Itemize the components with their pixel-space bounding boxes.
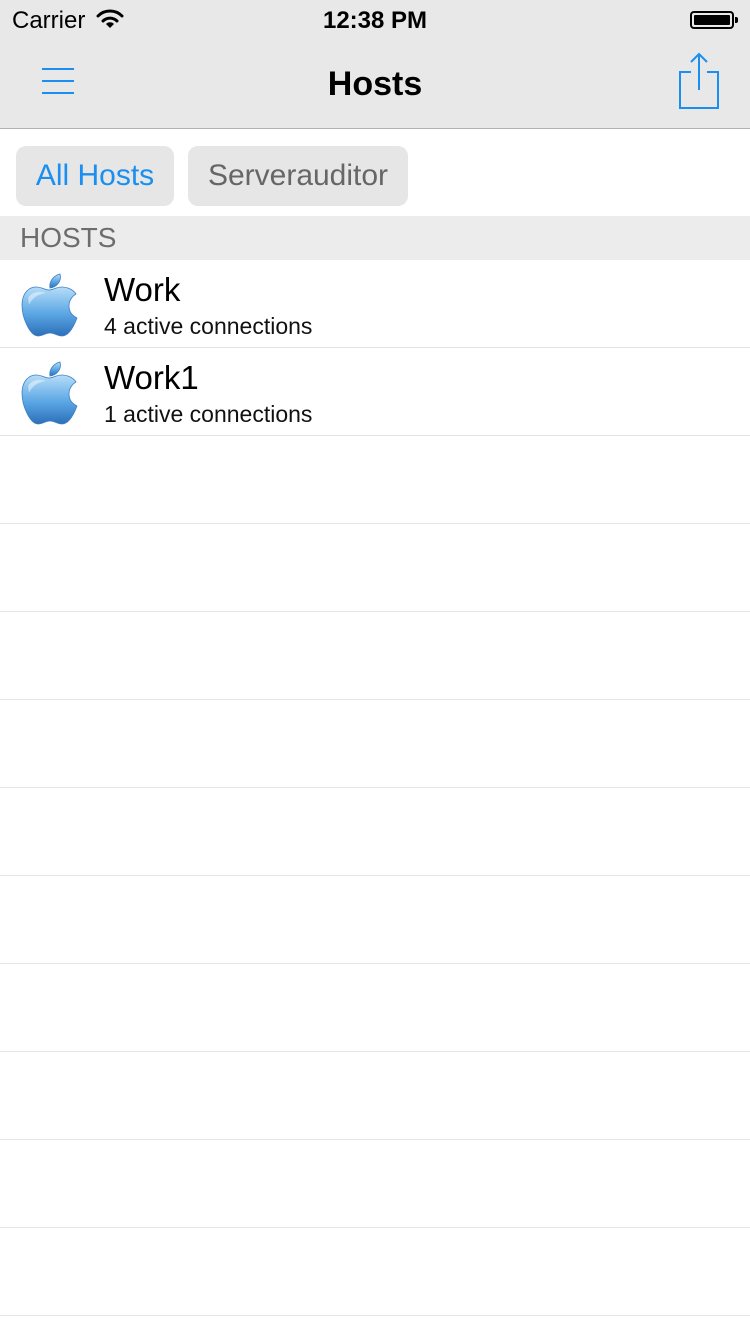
- empty-row: [0, 788, 750, 876]
- filter-bar: All Hosts Serverauditor: [0, 129, 750, 216]
- empty-row: [0, 964, 750, 1052]
- share-button[interactable]: [670, 50, 728, 114]
- filter-all-hosts[interactable]: All Hosts: [16, 146, 174, 206]
- apple-logo-icon: [21, 273, 78, 337]
- empty-row: [0, 876, 750, 964]
- page-title: Hosts: [327, 65, 423, 103]
- navigation-bar: Hosts: [0, 40, 750, 129]
- host-name: Work: [104, 271, 181, 308]
- host-name: Work1: [104, 359, 199, 396]
- clock: 12:38 PM: [322, 7, 428, 34]
- section-title: HOSTS: [20, 222, 117, 253]
- share-icon: [679, 52, 719, 109]
- empty-row: [0, 1052, 750, 1140]
- empty-row: [0, 612, 750, 700]
- empty-row: [0, 524, 750, 612]
- empty-row: [0, 700, 750, 788]
- status-bar: Carrier 12:38 PM: [0, 0, 750, 40]
- section-header: HOSTS: [0, 216, 750, 260]
- empty-row: [0, 1228, 750, 1316]
- host-row-work[interactable]: Work 4 active connections: [0, 260, 750, 348]
- host-connections: 1 active connections: [104, 401, 313, 427]
- host-connections: 4 active connections: [104, 313, 313, 339]
- battery-icon: [690, 11, 738, 29]
- empty-row: [0, 1140, 750, 1228]
- host-row-work1[interactable]: Work1 1 active connections: [0, 348, 750, 436]
- filter-serverauditor[interactable]: Serverauditor: [188, 146, 408, 206]
- apple-logo-icon: [21, 361, 78, 425]
- empty-row: [0, 436, 750, 524]
